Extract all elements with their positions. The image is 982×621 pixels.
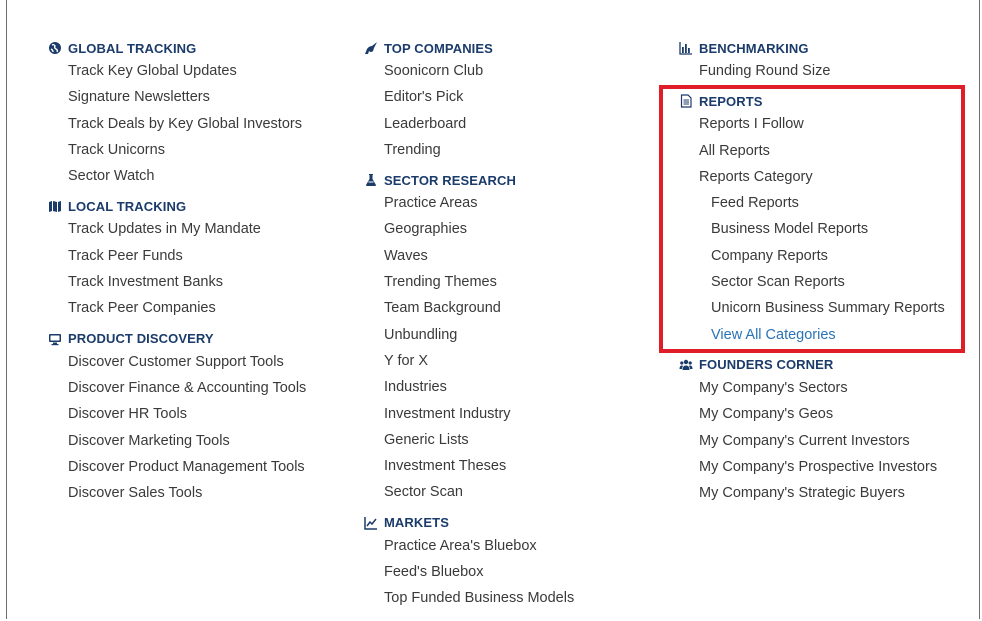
menu-link-discover-marketing-tools[interactable]: Discover Marketing Tools bbox=[48, 428, 306, 454]
menu-link-sector-watch[interactable]: Sector Watch bbox=[48, 163, 306, 189]
unicorn-icon bbox=[364, 41, 378, 55]
menu-link-track-peer-funds[interactable]: Track Peer Funds bbox=[48, 243, 306, 269]
section-heading-founders-corner: FOUNDERS CORNER bbox=[679, 355, 945, 375]
menu-link-generic-lists[interactable]: Generic Lists bbox=[364, 427, 574, 453]
menu-section-top-companies: TOP COMPANIES Soonicorn Club Editor's Pick… bbox=[364, 38, 574, 163]
menu-link-track-key-global-updates[interactable]: Track Key Global Updates bbox=[48, 58, 306, 84]
menu-link-feed-s-bluebox[interactable]: Feed's Bluebox bbox=[364, 559, 574, 585]
menu-section-markets: MARKETS Practice Area's Bluebox Feed's Blu… bbox=[364, 506, 574, 612]
menu-link-waves[interactable]: Waves bbox=[364, 243, 574, 269]
menu-link-track-unicorns[interactable]: Track Unicorns bbox=[48, 137, 306, 163]
menu-link-my-company-s-geos[interactable]: My Company's Geos bbox=[679, 401, 945, 427]
section-title: GLOBAL TRACKING bbox=[68, 40, 197, 56]
line-chart-icon bbox=[364, 516, 378, 530]
menu-link-track-investment-banks[interactable]: Track Investment Banks bbox=[48, 269, 306, 295]
section-title: LOCAL TRACKING bbox=[68, 198, 187, 214]
menu-link-my-company-s-prospective-investors[interactable]: My Company's Prospective Investors bbox=[679, 454, 945, 480]
menu-section-product-discovery: PRODUCT DISCOVERY Discover Customer Suppo… bbox=[48, 322, 306, 507]
menu-link-discover-hr-tools[interactable]: Discover HR Tools bbox=[48, 401, 306, 427]
menu-link-investment-industry[interactable]: Investment Industry bbox=[364, 401, 574, 427]
menu-link-editor-s-pick[interactable]: Editor's Pick bbox=[364, 84, 574, 110]
section-heading-benchmarking: BENCHMARKING bbox=[679, 38, 945, 58]
menu-link-y-for-x[interactable]: Y for X bbox=[364, 348, 574, 374]
menu-link-track-updates-in-my-mandate[interactable]: Track Updates in My Mandate bbox=[48, 216, 306, 242]
menu-link-track-deals-by-key-global-investors[interactable]: Track Deals by Key Global Investors bbox=[48, 111, 306, 137]
section-heading-top-companies: TOP COMPANIES bbox=[364, 38, 574, 58]
map-icon bbox=[48, 199, 62, 213]
menu-column-2: TOP COMPANIES Soonicorn Club Editor's Pick… bbox=[364, 36, 574, 612]
menu-link-discover-sales-tools[interactable]: Discover Sales Tools bbox=[48, 480, 306, 506]
menu-link-discover-finance-accounting-tools[interactable]: Discover Finance & Accounting Tools bbox=[48, 375, 306, 401]
menu-section-benchmarking: BENCHMARKING Funding Round Size bbox=[679, 38, 945, 84]
monitor-icon bbox=[48, 332, 62, 346]
flask-icon bbox=[364, 173, 378, 187]
menu-link-trending[interactable]: Trending bbox=[364, 137, 574, 163]
menu-link-discover-customer-support-tools[interactable]: Discover Customer Support Tools bbox=[48, 349, 306, 375]
menu-link-practice-areas[interactable]: Practice Areas bbox=[364, 190, 574, 216]
menu-section-global-tracking: GLOBAL TRACKING Track Key Global Updates S… bbox=[48, 38, 306, 189]
menu-link-my-company-s-strategic-buyers[interactable]: My Company's Strategic Buyers bbox=[679, 480, 945, 506]
menu-link-geographies[interactable]: Geographies bbox=[364, 216, 574, 242]
section-heading-global-tracking: GLOBAL TRACKING bbox=[48, 38, 306, 58]
menu-link-my-company-s-current-investors[interactable]: My Company's Current Investors bbox=[679, 428, 945, 454]
menu-link-practice-area-s-bluebox[interactable]: Practice Area's Bluebox bbox=[364, 533, 574, 559]
reports-highlight-box bbox=[659, 85, 965, 353]
menu-section-sector-research: SECTOR RESEARCH Practice Areas Geographies… bbox=[364, 163, 574, 506]
menu-link-funding-round-size[interactable]: Funding Round Size bbox=[679, 58, 945, 84]
bar-chart-icon bbox=[679, 41, 693, 55]
section-title: PRODUCT DISCOVERY bbox=[68, 331, 214, 347]
section-title: SECTOR RESEARCH bbox=[384, 172, 517, 188]
section-heading-local-tracking: LOCAL TRACKING bbox=[48, 196, 306, 216]
menu-link-industries[interactable]: Industries bbox=[364, 374, 574, 400]
menu-link-leaderboard[interactable]: Leaderboard bbox=[364, 111, 574, 137]
menu-link-my-company-s-sectors[interactable]: My Company's Sectors bbox=[679, 375, 945, 401]
users-icon bbox=[679, 358, 693, 372]
section-title: FOUNDERS CORNER bbox=[699, 357, 834, 373]
section-heading-sector-research: SECTOR RESEARCH bbox=[364, 170, 574, 190]
menu-section-founders-corner: FOUNDERS CORNER My Company's Sectors My Co… bbox=[679, 348, 945, 506]
section-title: BENCHMARKING bbox=[699, 40, 809, 56]
menu-link-team-background[interactable]: Team Background bbox=[364, 295, 574, 321]
menu-link-sector-scan[interactable]: Sector Scan bbox=[364, 479, 574, 505]
section-title: TOP COMPANIES bbox=[384, 40, 493, 56]
menu-link-unbundling[interactable]: Unbundling bbox=[364, 322, 574, 348]
globe-icon bbox=[48, 41, 62, 55]
section-heading-product-discovery: PRODUCT DISCOVERY bbox=[48, 329, 306, 349]
menu-link-top-funded-business-models[interactable]: Top Funded Business Models bbox=[364, 585, 574, 611]
menu-link-track-peer-companies[interactable]: Track Peer Companies bbox=[48, 295, 306, 321]
section-heading-markets: MARKETS bbox=[364, 513, 574, 533]
menu-link-discover-product-management-tools[interactable]: Discover Product Management Tools bbox=[48, 454, 306, 480]
section-title: MARKETS bbox=[384, 515, 449, 531]
menu-link-trending-themes[interactable]: Trending Themes bbox=[364, 269, 574, 295]
menu-link-soonicorn-club[interactable]: Soonicorn Club bbox=[364, 58, 574, 84]
menu-link-signature-newsletters[interactable]: Signature Newsletters bbox=[48, 84, 306, 110]
menu-link-investment-theses[interactable]: Investment Theses bbox=[364, 453, 574, 479]
menu-column-1: GLOBAL TRACKING Track Key Global Updates S… bbox=[48, 36, 306, 506]
menu-section-local-tracking: LOCAL TRACKING Track Updates in My Mandat… bbox=[48, 189, 306, 321]
